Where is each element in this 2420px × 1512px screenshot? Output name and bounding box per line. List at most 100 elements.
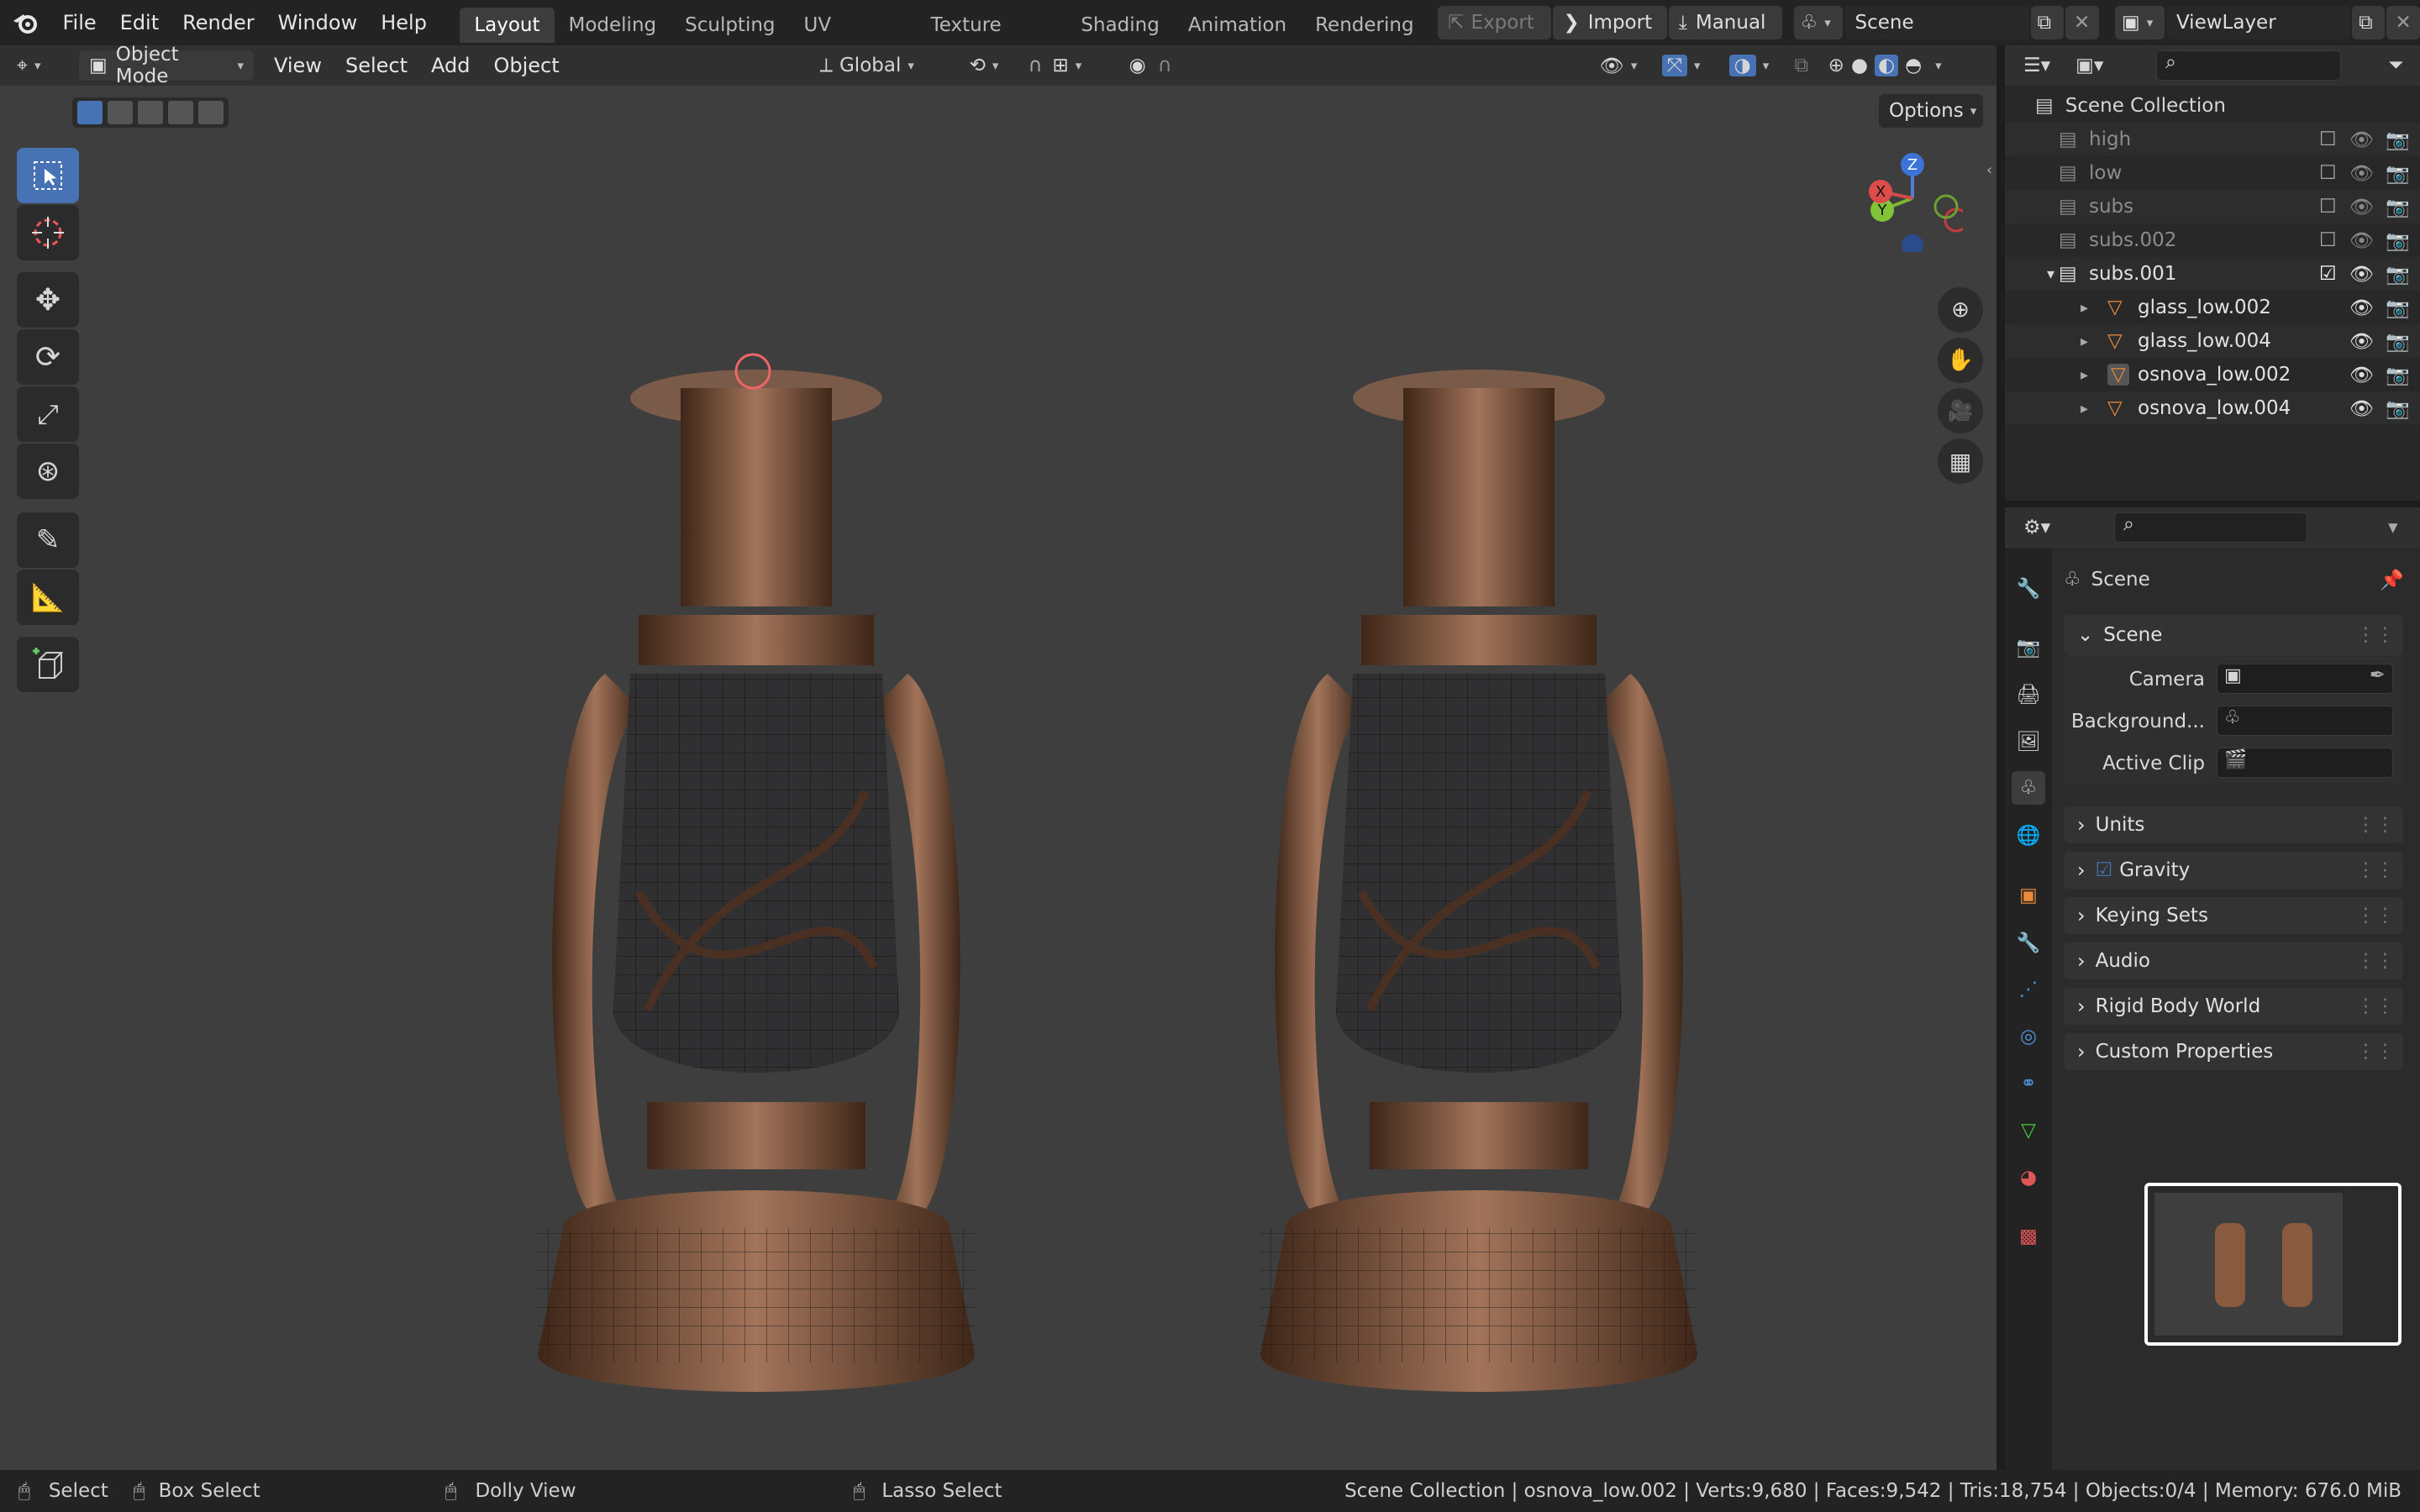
drag-handle-icon[interactable]: ⋮⋮ <box>2356 1041 2395 1063</box>
outliner-object-row[interactable]: ▸ ▽ osnova_low.002 👁 📷 <box>2005 358 2420 391</box>
export-button[interactable]: ⇱ Export <box>1438 6 1552 39</box>
tab-modeling[interactable]: Modeling <box>555 8 671 43</box>
camera-render-icon[interactable]: 📷 <box>2386 196 2410 218</box>
select-new-icon[interactable] <box>77 101 103 124</box>
chevron-down-icon[interactable]: ▾ <box>2047 265 2054 283</box>
eye-icon[interactable]: 👁 <box>2349 162 2374 185</box>
scene-field-input[interactable]: ♧ <box>2217 706 2393 736</box>
xray-toggle-icon[interactable]: ⧉ <box>1795 55 1823 76</box>
eye-icon[interactable]: 👁 <box>2349 263 2374 286</box>
outliner-object-row[interactable]: ▸ ▽ glass_low.004 👁 📷 <box>2005 324 2420 358</box>
gravity-checkbox[interactable]: ☑ <box>2096 859 2113 881</box>
blender-logo-icon[interactable] <box>0 11 50 34</box>
menu-render[interactable]: Render <box>171 0 266 45</box>
overlays-toggle[interactable]: ◑ ▾ <box>1728 55 1785 76</box>
outliner-collection-row[interactable]: ▾ ▤ subs.001 ☑ 👁 📷 <box>2005 257 2420 291</box>
select-intersect-icon[interactable] <box>198 101 224 124</box>
hand-pan-icon[interactable]: ✋ <box>1938 338 1983 383</box>
outliner-editor-type-icon[interactable]: ☰▾ <box>2023 55 2050 76</box>
add-cube-tool[interactable] <box>17 637 79 692</box>
outliner-collection-row[interactable]: ▤ subs ☐ 👁 📷 <box>2005 190 2420 223</box>
menu-view[interactable]: View <box>262 45 334 86</box>
display-mode-icon[interactable]: ▣▾ <box>2075 55 2103 76</box>
tab-layout[interactable]: Layout <box>460 8 555 43</box>
panel-gravity[interactable]: › ☑ Gravity ⋮⋮ <box>2064 852 2403 889</box>
shading-options-icon[interactable]: ▾ <box>1935 58 1942 73</box>
transform-tool[interactable]: ⊛ <box>17 444 79 499</box>
new-scene-icon[interactable]: ⧉ <box>2030 6 2064 39</box>
properties-search-input[interactable]: ⌕ <box>2114 512 2307 543</box>
outliner-object-row[interactable]: ▸ ▽ osnova_low.004 👁 📷 <box>2005 391 2420 425</box>
camera-render-icon[interactable]: 📷 <box>2386 263 2410 286</box>
material-shading-icon[interactable]: ◐ <box>1875 55 1899 76</box>
pin-icon[interactable]: 📌 <box>2380 569 2404 591</box>
view-layer-selector-button[interactable]: ▣ ▾ <box>2115 6 2165 39</box>
exclude-checkbox[interactable]: ☐ <box>2319 196 2338 218</box>
eye-icon[interactable]: 👁 <box>2349 364 2374 386</box>
chevron-right-icon[interactable]: ▸ <box>2081 299 2088 317</box>
drag-handle-icon[interactable]: ⋮⋮ <box>2356 624 2395 646</box>
outliner-root-row[interactable]: ▤ Scene Collection <box>2005 89 2420 123</box>
chevron-right-icon[interactable]: ▸ <box>2081 400 2088 417</box>
panel-audio[interactable]: › Audio ⋮⋮ <box>2064 942 2403 979</box>
scene-selector-button[interactable]: ♧ ▾ <box>1793 6 1844 39</box>
eye-icon[interactable]: 👁 <box>2349 297 2374 319</box>
tab-texture-paint[interactable]: Texture Paint <box>917 8 1067 71</box>
menu-file[interactable]: File <box>50 0 108 45</box>
menu-edit[interactable]: Edit <box>108 0 171 45</box>
camera-render-icon[interactable]: 📷 <box>2386 229 2410 252</box>
panel-rigid-body-world[interactable]: › Rigid Body World ⋮⋮ <box>2064 988 2403 1025</box>
eyedropper-icon[interactable]: ✒ <box>2370 664 2386 686</box>
measure-tool[interactable]: 📐 <box>17 570 79 625</box>
transform-orientation-dropdown[interactable]: ⟂ Global ▾ <box>820 55 955 76</box>
eye-icon[interactable]: 👁 <box>2349 330 2374 353</box>
camera-view-icon[interactable]: 🎥 <box>1938 388 1983 433</box>
physics-tab-icon[interactable]: ◎ <box>2012 1020 2045 1053</box>
drag-handle-icon[interactable]: ⋮⋮ <box>2356 905 2395 927</box>
cursor-tool[interactable] <box>17 205 79 260</box>
select-invert-icon[interactable] <box>168 101 193 124</box>
camera-render-icon[interactable]: 📷 <box>2386 129 2410 151</box>
select-box-tool[interactable] <box>17 148 79 203</box>
camera-render-icon[interactable]: 📷 <box>2386 364 2410 386</box>
scene-field-input[interactable]: ▣ ✒ <box>2217 664 2393 694</box>
outliner-collection-row[interactable]: ▤ subs.002 ☐ 👁 📷 <box>2005 223 2420 257</box>
object-visibility-dropdown[interactable]: 👁 ▾ <box>1600 55 1650 77</box>
scene-section-header[interactable]: ⌄ Scene ⋮⋮ <box>2064 615 2403 655</box>
drag-handle-icon[interactable]: ⋮⋮ <box>2356 859 2395 881</box>
pivot-point-dropdown[interactable]: ⟲ ▾ <box>970 55 1020 76</box>
rotate-tool[interactable]: ⟳ <box>17 329 79 385</box>
new-view-layer-icon[interactable]: ⧉ <box>2352 6 2386 39</box>
panel-custom-properties[interactable]: › Custom Properties ⋮⋮ <box>2064 1033 2403 1070</box>
editor-type-button[interactable]: ⌖ ▾ <box>17 55 67 76</box>
camera-render-icon[interactable]: 📷 <box>2386 397 2410 420</box>
eye-icon[interactable]: 👁 <box>2349 229 2374 252</box>
eye-icon[interactable]: 👁 <box>2349 196 2374 218</box>
exclude-checkbox[interactable]: ☐ <box>2319 129 2338 150</box>
tool-tab-icon[interactable]: 🔧 <box>2012 571 2045 605</box>
snap-toggle[interactable]: ∩ ⊞ ▾ <box>1028 55 1121 76</box>
tab-rendering[interactable]: Rendering <box>1301 8 1428 43</box>
material-tab-icon[interactable]: ◕ <box>2012 1161 2045 1194</box>
zoom-icon[interactable]: ⊕ <box>1938 287 1983 333</box>
scene-name-field[interactable]: Scene <box>1844 6 2029 39</box>
select-extend-icon[interactable] <box>108 101 133 124</box>
proportional-edit-toggle[interactable]: ◉ ∩ <box>1129 55 1205 76</box>
menu-select[interactable]: Select <box>334 45 419 86</box>
eye-icon[interactable]: 👁 <box>2349 397 2374 420</box>
world-tab-icon[interactable]: 🌐 <box>2012 818 2045 852</box>
manual-button[interactable]: ⤓ Manual <box>1668 6 1782 39</box>
properties-editor-type-icon[interactable]: ⚙▾ <box>2023 517 2050 538</box>
gizmo-toggle[interactable]: ⤧ ▾ <box>1661 55 1718 76</box>
properties-options-icon[interactable]: ▾ <box>2388 517 2398 538</box>
move-tool[interactable]: ✥ <box>17 272 79 328</box>
output-tab-icon[interactable]: 🖨 <box>2012 677 2045 711</box>
particles-tab-icon[interactable]: ⋰ <box>2012 973 2045 1006</box>
constraints-tab-icon[interactable]: ⚭ <box>2012 1067 2045 1100</box>
outliner-collection-row[interactable]: ▤ high ☐ 👁 📷 <box>2005 123 2420 156</box>
neg-z-axis-icon[interactable] <box>1902 234 1923 252</box>
object-tab-icon[interactable]: ▣ <box>2012 879 2045 912</box>
object-mode-dropdown[interactable]: ▣ Object Mode ▾ <box>79 44 254 87</box>
render-tab-icon[interactable]: 📷 <box>2012 630 2045 664</box>
grid-perspective-icon[interactable]: ▦ <box>1938 438 1983 484</box>
